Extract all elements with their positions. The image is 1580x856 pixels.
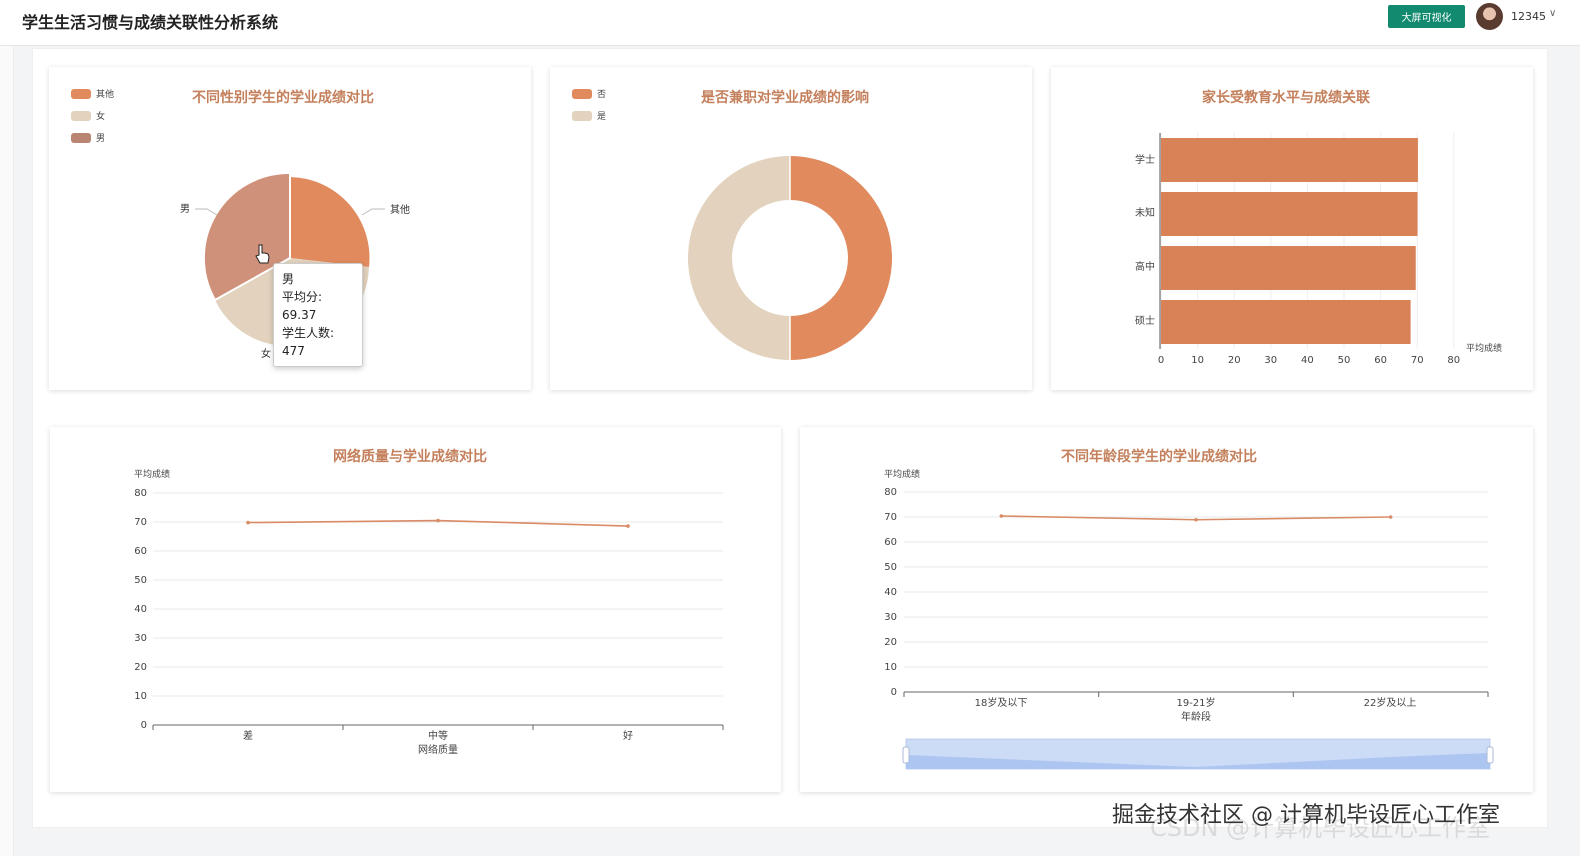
x-tick-0: 0 xyxy=(1158,355,1164,366)
x-tick-8: 80 xyxy=(1447,355,1460,366)
datazoom-slider[interactable] xyxy=(902,738,1494,770)
y-tick-0: 0 xyxy=(891,687,897,698)
y-tick-4: 40 xyxy=(134,604,147,615)
x-tick-4: 40 xyxy=(1301,355,1314,366)
x-tick-7: 70 xyxy=(1411,355,1424,366)
x-tick-2: 20 xyxy=(1228,355,1241,366)
sidebar-strip xyxy=(0,46,14,856)
y-tick-3: 30 xyxy=(884,612,897,623)
bar-0[interactable] xyxy=(1161,138,1418,182)
x-axis-name: 网络质量 xyxy=(418,743,458,756)
y-label-1: 未知 xyxy=(1135,206,1155,219)
y-tick-6: 60 xyxy=(884,537,897,548)
y-category-labels: 学士 未知 高中 硕士 xyxy=(1135,153,1155,327)
slider-handle-right[interactable] xyxy=(1486,746,1494,764)
y-tick-1: 10 xyxy=(884,662,897,673)
y-tick-8: 80 xyxy=(134,488,147,499)
y-tick-labels: 0 10 20 30 40 50 60 70 80 xyxy=(884,487,897,698)
y-tick-0: 0 xyxy=(141,720,147,731)
y-tick-2: 20 xyxy=(884,637,897,648)
y-tick-labels: 0 10 20 30 40 50 60 70 80 xyxy=(134,488,147,731)
y-tick-7: 70 xyxy=(134,517,147,528)
bar-2[interactable] xyxy=(1161,246,1416,290)
x-axis-name: 平均成绩 xyxy=(1466,342,1502,354)
y-tick-2: 20 xyxy=(134,662,147,673)
chevron-down-icon[interactable]: ∨ xyxy=(1549,8,1556,19)
x-label-1: 中等 xyxy=(428,729,448,742)
x-tick-1: 10 xyxy=(1191,355,1204,366)
pie-label-other: 其他 xyxy=(390,203,410,216)
x-label-2: 好 xyxy=(623,730,633,742)
data-point-0[interactable] xyxy=(999,514,1004,518)
username[interactable]: 12345 xyxy=(1511,10,1546,23)
top-bar: 学生生活习惯与成绩关联性分析系统 大屏可视化 12345 ∨ xyxy=(0,0,1580,46)
slider-handle-left[interactable] xyxy=(902,746,910,764)
y-tick-8: 80 xyxy=(884,487,897,498)
parttime-chart-card: 是否兼职对学业成绩的影响 否 是 xyxy=(550,67,1032,390)
x-axis-ticks xyxy=(152,725,724,730)
education-bar-svg: 学士 未知 高中 硕士 0 10 20 30 40 50 60 70 80 平均… xyxy=(1135,133,1502,366)
x-tick-3: 30 xyxy=(1264,355,1277,366)
y-label-3: 硕士 xyxy=(1135,314,1155,327)
age-chart-card: 不同年龄段学生的学业成绩对比 平均成绩 0 10 20 30 40 50 60 … xyxy=(800,427,1533,792)
x-category-labels: 18岁及以下 19-21岁 22岁及以上 xyxy=(975,696,1417,709)
y-axis-name: 平均成绩 xyxy=(134,468,170,480)
avatar[interactable] xyxy=(1476,3,1503,30)
x-axis-name: 年龄段 xyxy=(1181,710,1211,723)
donut-slice-no[interactable] xyxy=(790,156,892,360)
x-label-0: 差 xyxy=(243,729,253,742)
internet-line-svg: 平均成绩 0 10 20 30 40 50 60 70 80 差 中等 好 网络… xyxy=(134,468,724,756)
pie-label-male: 男 xyxy=(180,203,190,215)
y-axis-name: 平均成绩 xyxy=(884,468,920,480)
line-series xyxy=(999,514,1393,522)
line-series xyxy=(246,518,630,528)
x-category-labels: 差 中等 好 xyxy=(243,729,633,742)
x-axis-ticks xyxy=(903,692,1489,697)
y-tick-4: 40 xyxy=(884,587,897,598)
x-tick-labels: 0 10 20 30 40 50 60 70 80 xyxy=(1158,355,1460,366)
y-tick-5: 50 xyxy=(134,575,147,586)
parttime-donut-svg xyxy=(688,156,892,360)
bigscreen-button[interactable]: 大屏可视化 xyxy=(1388,5,1465,28)
y-label-0: 学士 xyxy=(1135,153,1155,166)
donut-slice-yes[interactable] xyxy=(688,156,790,360)
y-tick-3: 30 xyxy=(134,633,147,644)
gender-chart-card: 不同性别学生的学业成绩对比 其他 女 男 男 其他 女 男 平均分: 69.37… xyxy=(49,67,531,390)
data-point-0[interactable] xyxy=(246,520,250,525)
y-tick-7: 70 xyxy=(884,512,897,523)
bars xyxy=(1161,138,1418,344)
tooltip-average: 平均分: 69.37 xyxy=(282,290,323,322)
watermark: 掘金技术社区 @ 计算机毕设匠心工作室 xyxy=(1112,803,1500,828)
data-point-2[interactable] xyxy=(626,524,630,528)
education-chart-card: 家长受教育水平与成绩关联 学士 未知 高中 硕士 0 10 20 30 40 5… xyxy=(1051,67,1533,390)
x-label-2: 22岁及以上 xyxy=(1364,696,1417,709)
x-tick-5: 50 xyxy=(1338,355,1351,366)
y-tick-5: 50 xyxy=(884,562,897,573)
data-point-1[interactable] xyxy=(1194,517,1198,522)
tooltip-count: 学生人数: 477 xyxy=(282,326,335,358)
bar-1[interactable] xyxy=(1161,192,1418,236)
pie-tooltip: 男 平均分: 69.37 学生人数: 477 xyxy=(273,263,363,367)
internet-chart-card: 网络质量与学业成绩对比 平均成绩 0 10 20 30 40 50 60 70 … xyxy=(50,427,781,792)
y-tick-6: 60 xyxy=(134,546,147,557)
bar-3[interactable] xyxy=(1161,300,1411,344)
label-line-other xyxy=(361,208,385,216)
data-point-1[interactable] xyxy=(436,518,440,523)
age-line-svg: 平均成绩 0 10 20 30 40 50 60 70 80 18岁及以下 19… xyxy=(884,468,1494,770)
tooltip-name: 男 xyxy=(282,272,295,286)
app-title: 学生生活习惯与成绩关联性分析系统 xyxy=(22,13,279,32)
x-label-1: 19-21岁 xyxy=(1176,696,1215,709)
y-label-2: 高中 xyxy=(1135,260,1155,273)
label-line-male xyxy=(195,208,218,216)
x-tick-6: 60 xyxy=(1374,355,1387,366)
pie-label-female: 女 xyxy=(261,347,271,360)
y-tick-1: 10 xyxy=(134,691,147,702)
pie-slice-other[interactable] xyxy=(290,177,370,267)
x-label-0: 18岁及以下 xyxy=(975,696,1028,709)
data-point-2[interactable] xyxy=(1388,515,1393,519)
y-gridlines xyxy=(153,492,723,697)
